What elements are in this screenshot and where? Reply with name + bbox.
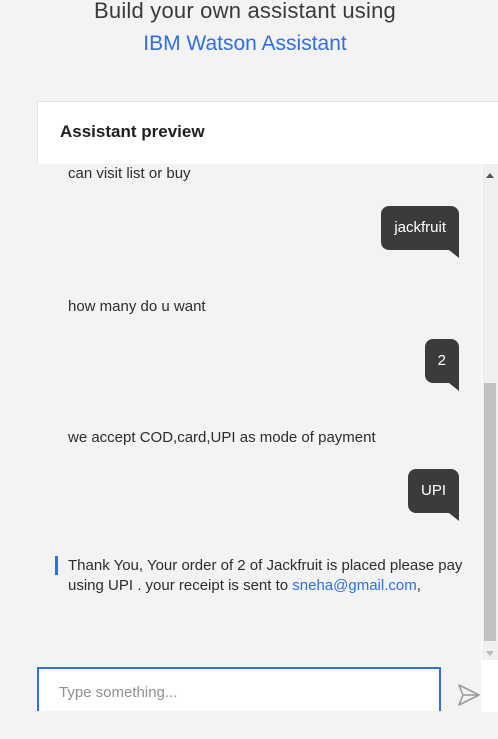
send-button[interactable]	[453, 682, 483, 708]
bot-message: how many do u want	[68, 298, 206, 315]
message-input-container	[37, 667, 441, 711]
user-message: UPI	[407, 469, 460, 521]
caret-up-icon[interactable]	[486, 173, 494, 178]
bot-message-confirmation: Thank You, Your order of 2 of Jackfruit …	[68, 556, 468, 596]
scrollbar-thumb[interactable]	[484, 383, 496, 641]
caret-down-icon[interactable]	[486, 651, 494, 656]
bot-message: we accept COD,card,UPI as mode of paymen…	[68, 429, 376, 446]
latest-message-indicator	[55, 556, 58, 575]
user-message: jackfruit	[381, 206, 459, 258]
chat-transcript: can visit list or buy jackfruit how many…	[37, 164, 481, 739]
confirmation-suffix: ,	[416, 577, 421, 594]
header-brand-link[interactable]: IBM Watson Assistant	[0, 32, 490, 56]
email-link[interactable]: sneha@gmail.com	[292, 577, 416, 594]
bot-message: can visit list or buy	[68, 165, 191, 182]
header-subtitle: Build your own assistant using	[94, 0, 396, 23]
user-message: 2	[424, 339, 460, 391]
send-arrow-icon	[458, 684, 480, 706]
panel-title: Assistant preview	[60, 122, 205, 141]
message-input[interactable]	[59, 684, 419, 701]
